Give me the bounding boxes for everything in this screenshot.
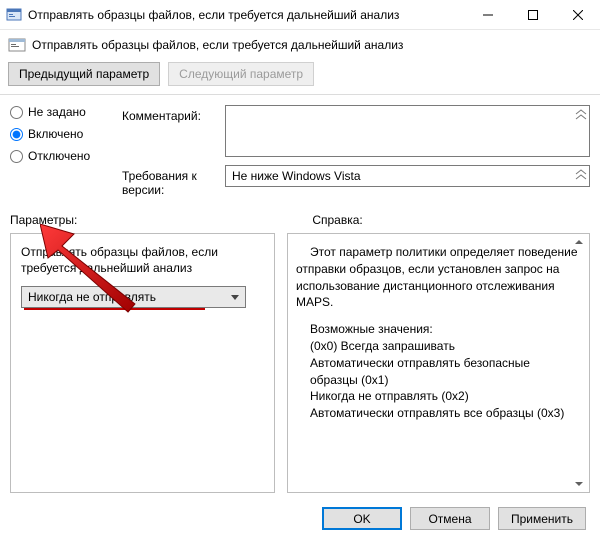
param-combo-value: Никогда не отправлять: [28, 290, 156, 304]
radio-disabled[interactable]: Отключено: [10, 149, 115, 163]
params-panel: Отправлять образцы файлов, если требуетс…: [10, 233, 275, 493]
comment-input[interactable]: [225, 105, 590, 157]
param-label: Отправлять образцы файлов, если требуетс…: [21, 244, 264, 276]
help-panel: Этот параметр политики определяет поведе…: [287, 233, 590, 493]
policy-icon: [8, 36, 26, 54]
help-l1: (0x0) Всегда запрашивать: [310, 338, 581, 355]
app-icon: [6, 7, 22, 23]
subtitle-row: Отправлять образцы файлов, если требуетс…: [0, 30, 600, 58]
maximize-button[interactable]: [510, 0, 555, 30]
ok-button[interactable]: OK: [322, 507, 402, 530]
cancel-button[interactable]: Отмена: [410, 507, 490, 530]
help-p2: Возможные значения:: [296, 321, 581, 338]
settings-area: Не задано Включено Отключено Комментарий…: [0, 94, 600, 197]
radio-not-configured-input[interactable]: [10, 106, 23, 119]
help-l2: Автоматически отправлять безопасные обра…: [310, 355, 581, 389]
scroll-down-icon: [575, 482, 583, 486]
help-header: Справка:: [312, 213, 362, 227]
radio-enabled[interactable]: Включено: [10, 127, 115, 141]
version-value: Не ниже Windows Vista: [225, 165, 590, 187]
prev-button[interactable]: Предыдущий параметр: [8, 62, 160, 86]
version-text: Не ниже Windows Vista: [232, 169, 361, 183]
dialog-buttons: OK Отмена Применить: [0, 493, 600, 530]
window-title: Отправлять образцы файлов, если требуетс…: [28, 8, 465, 22]
minimize-button[interactable]: [465, 0, 510, 30]
comment-row: Комментарий:: [122, 105, 590, 157]
chevron-down-icon: [231, 295, 239, 300]
annotation-underline: [24, 308, 205, 310]
params-header: Параметры:: [10, 213, 77, 227]
scroll-up-icon: [575, 240, 583, 244]
apply-button[interactable]: Применить: [498, 507, 586, 530]
help-l4: Автоматически отправлять все образцы (0x…: [310, 405, 581, 422]
version-row: Требования к версии: Не ниже Windows Vis…: [122, 165, 590, 197]
next-button: Следующий параметр: [168, 62, 314, 86]
close-button[interactable]: [555, 0, 600, 30]
help-scrollbar[interactable]: [571, 236, 587, 490]
titlebar: Отправлять образцы файлов, если требуетс…: [0, 0, 600, 30]
help-text: Этот параметр политики определяет поведе…: [296, 244, 581, 422]
radio-not-configured[interactable]: Не задано: [10, 105, 115, 119]
radio-enabled-label: Включено: [28, 127, 83, 141]
help-l3: Никогда не отправлять (0x2): [310, 388, 581, 405]
version-label: Требования к версии:: [122, 165, 217, 197]
main-panels: Отправлять образцы файлов, если требуетс…: [0, 233, 600, 493]
expand-icon: [575, 169, 587, 181]
param-combo[interactable]: Никогда не отправлять: [21, 286, 246, 308]
help-p1: Этот параметр политики определяет поведе…: [296, 244, 581, 311]
expand-icon: [575, 109, 587, 121]
subtitle-text: Отправлять образцы файлов, если требуетс…: [32, 38, 403, 52]
nav-row: Предыдущий параметр Следующий параметр: [0, 58, 600, 94]
radio-disabled-label: Отключено: [28, 149, 90, 163]
section-headers: Параметры: Справка:: [0, 197, 600, 233]
radio-disabled-input[interactable]: [10, 150, 23, 163]
comment-label: Комментарий:: [122, 105, 217, 123]
radio-not-configured-label: Не задано: [28, 105, 86, 119]
radio-enabled-input[interactable]: [10, 128, 23, 141]
state-radio-group: Не задано Включено Отключено: [10, 105, 115, 163]
